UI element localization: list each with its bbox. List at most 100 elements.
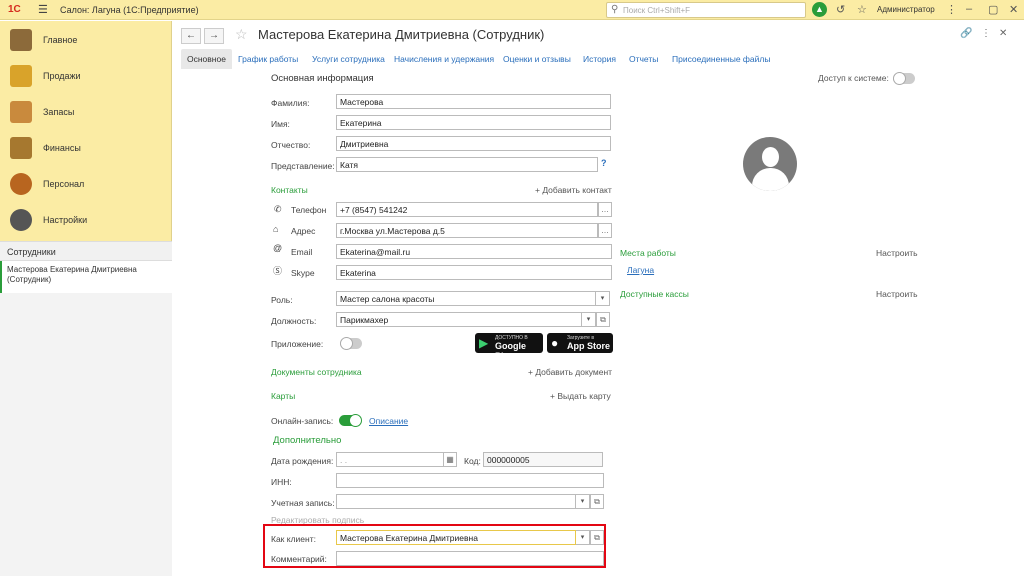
search-placeholder: Поиск Ctrl+Shift+F	[623, 6, 691, 15]
birth-date-field[interactable]: . .	[336, 452, 444, 467]
address-field[interactable]: г.Москва ул.Мастерова д.5	[336, 223, 598, 238]
account-open-button[interactable]: ⧉	[590, 494, 604, 509]
help-icon[interactable]: ?	[601, 158, 607, 168]
employee-window: ← → ☆ Мастерова Екатерина Дмитриевна (Со…	[173, 21, 1024, 576]
cards-group[interactable]: Карты	[271, 391, 295, 401]
calendar-icon[interactable]: ▦	[443, 452, 457, 467]
position-dropdown-icon[interactable]: ▾	[582, 312, 596, 327]
sidebar-section-employees[interactable]: Сотрудники	[0, 241, 172, 261]
first-name-field[interactable]: Екатерина	[336, 115, 611, 130]
email-label: Email	[291, 247, 313, 257]
more-actions-icon[interactable]: ⋮	[981, 28, 991, 39]
forward-button[interactable]: →	[204, 28, 224, 44]
sidebar-item-sales[interactable]: Продажи	[0, 59, 172, 93]
patronymic-label: Отчество:	[271, 140, 311, 150]
gear-icon	[10, 209, 32, 231]
birth-date-label: Дата рождения:	[271, 456, 334, 466]
tab-main[interactable]: Основное	[181, 49, 232, 69]
app-title: Салон: Лагуна (1С:Предприятие)	[60, 5, 199, 15]
sidebar-item-label: Настройки	[43, 215, 88, 225]
menu-icon[interactable]: ☰	[38, 3, 48, 16]
sidebar-item-label: Главное	[43, 35, 78, 45]
issue-card-link[interactable]: + Выдать карту	[550, 391, 611, 401]
description-link[interactable]: Описание	[369, 416, 408, 426]
cash-config-link[interactable]: Настроить	[876, 289, 918, 299]
notifications-icon[interactable]: ▲	[812, 2, 827, 17]
minimize-icon[interactable]: –	[966, 3, 972, 15]
tab-history[interactable]: История	[583, 49, 616, 69]
link-icon[interactable]: 🔗	[960, 28, 972, 39]
add-contact-link[interactable]: + Добавить контакт	[535, 185, 612, 195]
comment-field[interactable]	[336, 551, 604, 566]
client-open-button[interactable]: ⧉	[590, 530, 604, 545]
comment-label: Комментарий:	[271, 554, 327, 564]
window-title: Мастерова Екатерина Дмитриевна (Сотрудни…	[258, 27, 545, 42]
online-booking-label: Онлайн-запись:	[271, 416, 334, 426]
sidebar: Главное Продажи Запасы Финансы Персонал …	[0, 21, 172, 576]
favorite-star-icon[interactable]: ☆	[235, 26, 248, 43]
sidebar-item-settings[interactable]: Настройки	[0, 203, 172, 237]
patronymic-field[interactable]: Дмитриевна	[336, 136, 611, 151]
maximize-icon[interactable]: ▢	[988, 3, 998, 16]
sidebar-item-stock[interactable]: Запасы	[0, 95, 172, 129]
user-name[interactable]: Администратор	[877, 5, 935, 14]
display-name-field[interactable]: Катя	[336, 157, 598, 172]
code-field[interactable]: 000000005	[483, 452, 603, 467]
position-open-button[interactable]: ⧉	[596, 312, 610, 327]
back-button[interactable]: ←	[181, 28, 201, 44]
tab-reports[interactable]: Отчеты	[629, 49, 658, 69]
system-access-toggle[interactable]	[893, 72, 915, 85]
search-input[interactable]: ⚲ Поиск Ctrl+Shift+F	[606, 2, 806, 18]
skype-field[interactable]: Ekaterina	[336, 265, 612, 280]
app-logo: 1С	[8, 4, 21, 15]
additional-group[interactable]: Дополнительно	[273, 435, 341, 446]
tab-reviews[interactable]: Оценки и отзывы	[503, 49, 571, 69]
first-name-label: Имя:	[271, 119, 290, 129]
email-field[interactable]: Ekaterina@mail.ru	[336, 244, 612, 259]
inn-field[interactable]	[336, 473, 604, 488]
online-booking-toggle[interactable]	[339, 414, 362, 427]
history-icon[interactable]: ↺	[836, 3, 845, 16]
tab-attachments[interactable]: Присоединенные файлы	[672, 49, 770, 69]
workplaces-config-link[interactable]: Настроить	[876, 248, 918, 258]
google-play-badge[interactable]: ▶ ДОСТУПНО В Google Play	[475, 333, 543, 361]
sidebar-item-staff[interactable]: Персонал	[0, 167, 172, 201]
last-name-field[interactable]: Мастерова	[336, 94, 611, 109]
workplace-link[interactable]: Лагуна	[627, 265, 654, 275]
add-document-link[interactable]: + Добавить документ	[528, 367, 612, 377]
role-dropdown-icon[interactable]: ▾	[596, 291, 610, 306]
as-client-select[interactable]: Мастерова Екатерина Дмитриевна	[336, 530, 576, 545]
tab-payroll[interactable]: Начисления и удержания	[394, 49, 494, 69]
close-icon[interactable]: ✕	[1009, 3, 1018, 16]
employee-documents-group[interactable]: Документы сотрудника	[271, 367, 362, 377]
account-label: Учетная запись:	[271, 498, 335, 508]
sidebar-item-main[interactable]: Главное	[0, 23, 172, 57]
role-select[interactable]: Мастер салона красоты	[336, 291, 596, 306]
employee-photo-placeholder[interactable]	[743, 137, 797, 191]
sidebar-item-label: Запасы	[43, 107, 75, 117]
favorites-icon[interactable]: ☆	[857, 3, 867, 16]
contacts-group[interactable]: Контакты	[271, 185, 308, 195]
as-client-label: Как клиент:	[271, 534, 316, 544]
account-dropdown-icon[interactable]: ▾	[576, 494, 590, 509]
more-icon[interactable]: ⋮	[946, 3, 957, 16]
phone-edit-button[interactable]: …	[598, 202, 612, 217]
boxes-icon	[10, 101, 32, 123]
position-select[interactable]: Парикмахер	[336, 312, 582, 327]
system-access-label: Доступ к системе:	[818, 73, 889, 83]
position-label: Должность:	[271, 316, 317, 326]
client-dropdown-icon[interactable]: ▾	[576, 530, 590, 545]
phone-field[interactable]: +7 (8547) 541242	[336, 202, 598, 217]
email-icon: @	[273, 243, 283, 253]
app-toggle[interactable]	[340, 337, 362, 350]
top-bar: 1С ☰ Салон: Лагуна (1С:Предприятие) ⚲ По…	[0, 0, 1024, 20]
phone-icon: ✆	[274, 204, 282, 214]
account-select[interactable]	[336, 494, 576, 509]
tab-services[interactable]: Услуги сотрудника	[312, 49, 385, 69]
window-close-icon[interactable]: ✕	[999, 28, 1007, 39]
tab-schedule[interactable]: График работы	[238, 49, 298, 69]
sidebar-item-finance[interactable]: Финансы	[0, 131, 172, 165]
address-edit-button[interactable]: …	[598, 223, 612, 238]
app-store-badge[interactable]: ● Загрузите в App Store	[547, 333, 613, 353]
open-window-item[interactable]: Мастерова Екатерина Дмитриевна (Сотрудни…	[0, 261, 172, 293]
